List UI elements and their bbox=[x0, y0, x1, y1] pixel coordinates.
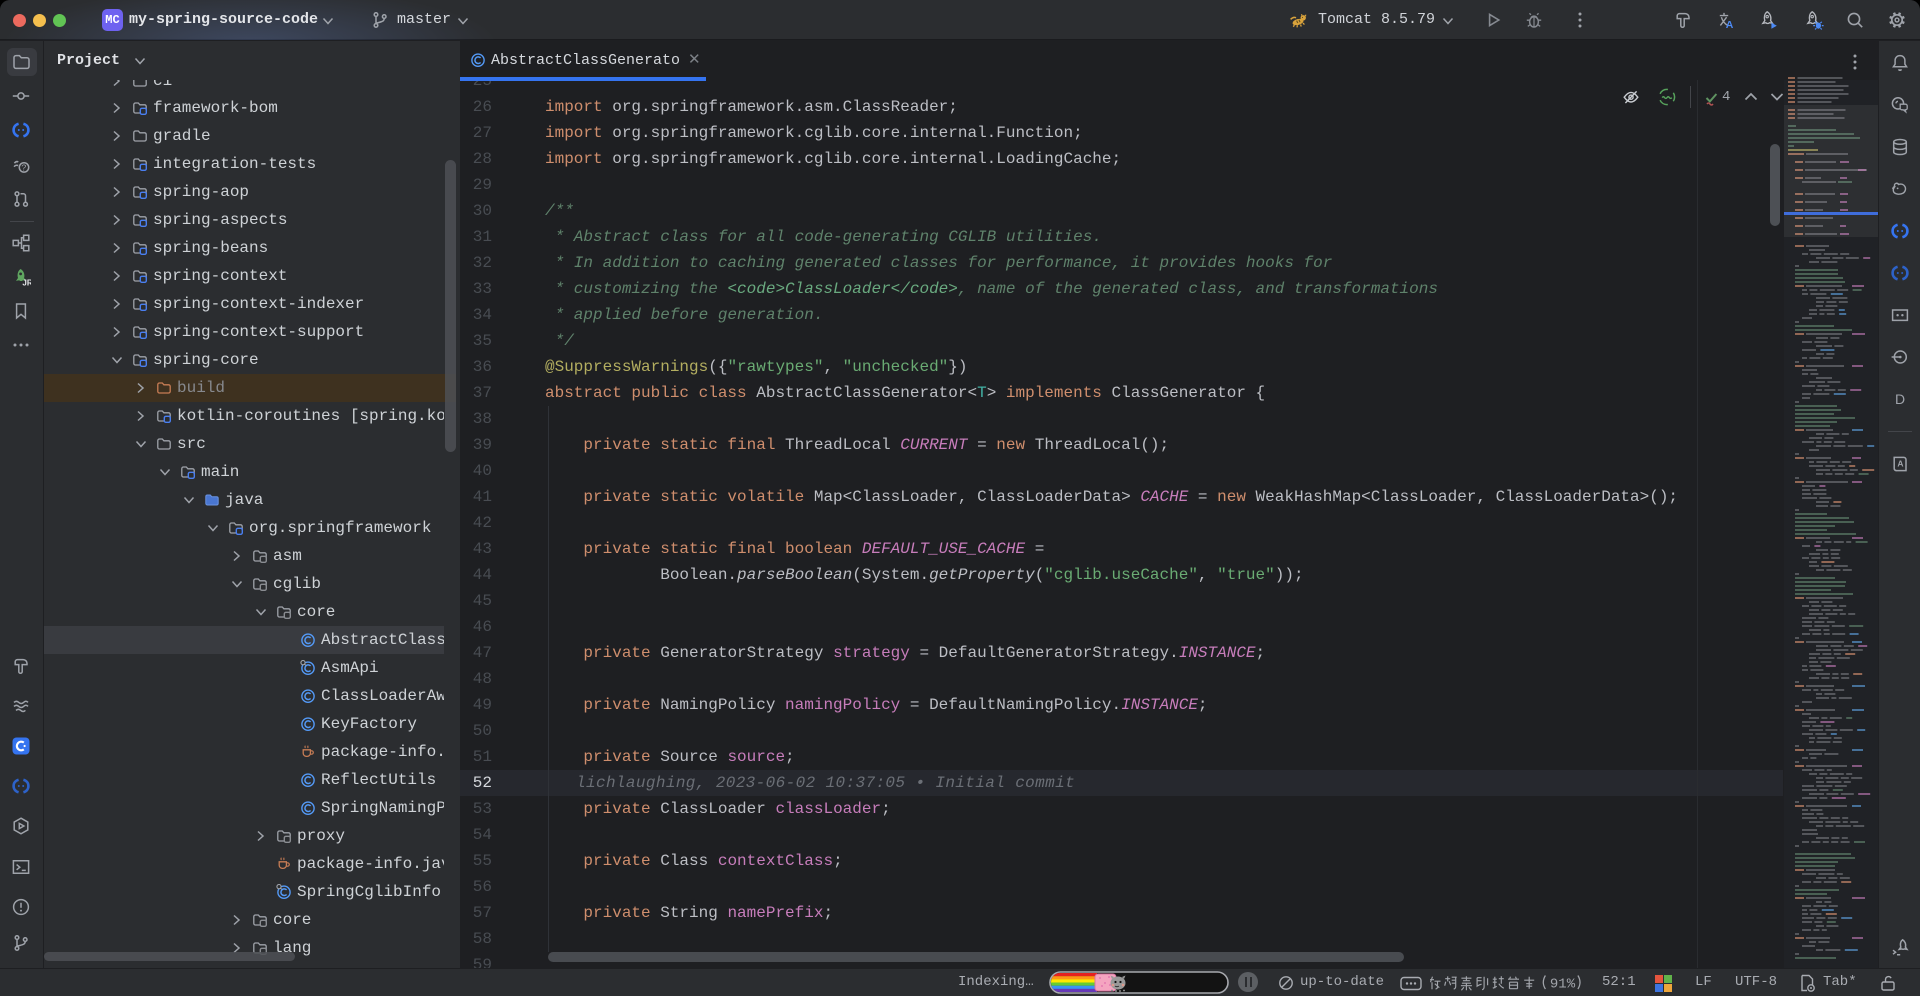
svg-text:D: D bbox=[1895, 391, 1905, 407]
svg-text:?: ? bbox=[21, 164, 26, 174]
svg-text:91%: 91% bbox=[1550, 976, 1576, 992]
svg-text:A: A bbox=[1726, 19, 1734, 30]
svg-text:JR: JR bbox=[22, 279, 31, 287]
svg-text:A: A bbox=[1897, 459, 1903, 469]
